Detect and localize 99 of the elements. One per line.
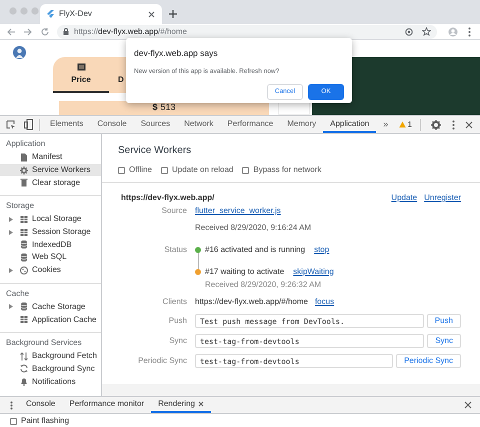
field-label: Clients: [162, 296, 187, 308]
devtools-tab[interactable]: Elements: [43, 116, 90, 133]
sidebar-item[interactable]: Manifest: [0, 151, 101, 164]
page-tab[interactable]: Price: [53, 57, 109, 93]
trash-icon: [20, 178, 28, 188]
forward-icon[interactable]: [23, 26, 33, 36]
section-heading: Storage: [5, 200, 36, 212]
expand-arrow-icon[interactable]: [9, 216, 13, 222]
address-bar[interactable]: https://dev-flyx.web.app/#/home: [57, 24, 437, 38]
price-box: $ 513: [59, 101, 269, 115]
checkbox[interactable]: Update on reload: [160, 164, 234, 176]
flutter-icon: [47, 10, 54, 18]
devtools-tab[interactable]: Performance: [220, 116, 280, 133]
sidebar-item[interactable]: Web SQL: [0, 251, 101, 264]
close-icon[interactable]: [148, 10, 155, 18]
tab-title: FlyX-Dev: [59, 8, 93, 20]
expand-arrow-icon[interactable]: [9, 268, 13, 273]
sidebar-item[interactable]: Session Storage: [0, 226, 101, 238]
link[interactable]: stop: [314, 244, 330, 256]
received-time: Received 8/29/2020, 9:26:32 AM: [205, 279, 322, 291]
bell-icon: [20, 377, 28, 386]
page-tab[interactable]: D: [109, 57, 126, 93]
checkbox[interactable]: Offline: [118, 164, 152, 176]
link[interactable]: Update: [391, 192, 418, 204]
expand-arrow-icon[interactable]: [9, 304, 13, 310]
close-icon[interactable]: [198, 401, 204, 407]
star-icon[interactable]: [422, 27, 431, 36]
plus-icon[interactable]: [168, 9, 178, 19]
sidebar-item[interactable]: Background Fetch: [0, 350, 101, 363]
link[interactable]: focus: [314, 296, 334, 308]
reload-icon[interactable]: [40, 26, 50, 36]
client-url: https://dev-flyx.web.app/#/home: [195, 296, 308, 308]
link[interactable]: Unregister: [424, 192, 461, 204]
gear-icon: [20, 166, 28, 175]
warnings-button[interactable]: 1: [396, 118, 415, 130]
database-icon: [20, 302, 28, 312]
cookie-icon: [20, 266, 28, 275]
scope-url: https://dev-flyx.web.app/: [121, 192, 214, 204]
devtools-tab[interactable]: Network: [177, 116, 220, 133]
field-label: Status: [163, 244, 187, 256]
more-icon[interactable]: [452, 120, 455, 130]
sidebar-item[interactable]: Clear storage: [0, 176, 101, 190]
sidebar-item[interactable]: Notifications: [0, 375, 101, 388]
browser-tab[interactable]: FlyX-Dev: [40, 4, 162, 24]
status-text: #17 waiting to activate: [205, 266, 284, 278]
devtools-tab[interactable]: Console: [90, 116, 134, 133]
received-time: Received 8/29/2020, 9:16:24 AM: [195, 222, 312, 234]
up-down-arrows-icon: [20, 352, 28, 361]
devtools-tab[interactable]: Memory: [280, 116, 324, 133]
action-button[interactable]: Periodic Sync: [396, 354, 461, 368]
action-button[interactable]: Sync: [427, 334, 461, 348]
inspect-icon[interactable]: [6, 120, 16, 130]
database-icon: [20, 252, 28, 262]
more-tabs-button[interactable]: »: [376, 118, 396, 132]
field-label: Periodic Sync: [137, 355, 187, 367]
back-icon[interactable]: [6, 26, 16, 36]
action-button[interactable]: Push: [426, 314, 461, 328]
link[interactable]: skipWaiting: [293, 266, 334, 278]
devtools-tab[interactable]: Sources: [134, 116, 178, 133]
section-heading: Background Services: [5, 336, 83, 349]
status-text: #16 activated and is running: [205, 244, 306, 256]
sidebar-item[interactable]: Cookies: [0, 264, 101, 276]
calculator-icon: [76, 62, 86, 70]
checkbox[interactable]: Paint flashing: [10, 415, 470, 427]
section-heading: Application: [5, 138, 46, 150]
expand-arrow-icon[interactable]: [9, 230, 13, 235]
file-icon: [20, 152, 28, 162]
table-icon: [20, 315, 28, 324]
sidebar-item[interactable]: Application Cache: [0, 313, 101, 326]
dialog-title: dev-flyx.web.app says: [134, 47, 219, 60]
url-text: https://dev-flyx.web.app/#/home: [74, 26, 187, 38]
drawer-tab[interactable]: Performance monitor: [62, 397, 152, 413]
avatar-icon[interactable]: [13, 46, 26, 59]
database-icon: [20, 240, 28, 250]
close-icon[interactable]: [465, 120, 473, 128]
sidebar-item[interactable]: Local Storage: [0, 213, 101, 226]
device-icon[interactable]: [24, 119, 33, 130]
source-link[interactable]: flutter_service_worker.js: [195, 204, 281, 217]
warning-icon: [398, 121, 406, 128]
table-icon: [20, 214, 28, 224]
sidebar-item[interactable]: Background Sync: [0, 362, 101, 376]
field-label: Push: [168, 315, 187, 327]
more-icon[interactable]: [10, 400, 13, 410]
table-icon: [20, 228, 28, 237]
sync-icon: [20, 364, 28, 374]
sidebar-item[interactable]: Service Workers: [0, 164, 101, 176]
checkbox[interactable]: Bypass for network: [242, 164, 322, 176]
close-icon[interactable]: [464, 401, 472, 409]
install-icon[interactable]: [405, 28, 413, 36]
sidebar-item[interactable]: Cache Storage: [0, 300, 101, 314]
drawer-tab[interactable]: Console: [19, 397, 62, 413]
menu-icon[interactable]: [468, 26, 471, 36]
panel-title: Service Workers: [118, 144, 192, 158]
section-heading: Cache: [5, 288, 30, 300]
sidebar-item[interactable]: IndexedDB: [0, 238, 101, 252]
lock-icon: [63, 28, 69, 35]
settings-icon[interactable]: [431, 120, 441, 130]
field-label: Source: [160, 205, 187, 217]
field-label: Sync: [168, 335, 187, 347]
